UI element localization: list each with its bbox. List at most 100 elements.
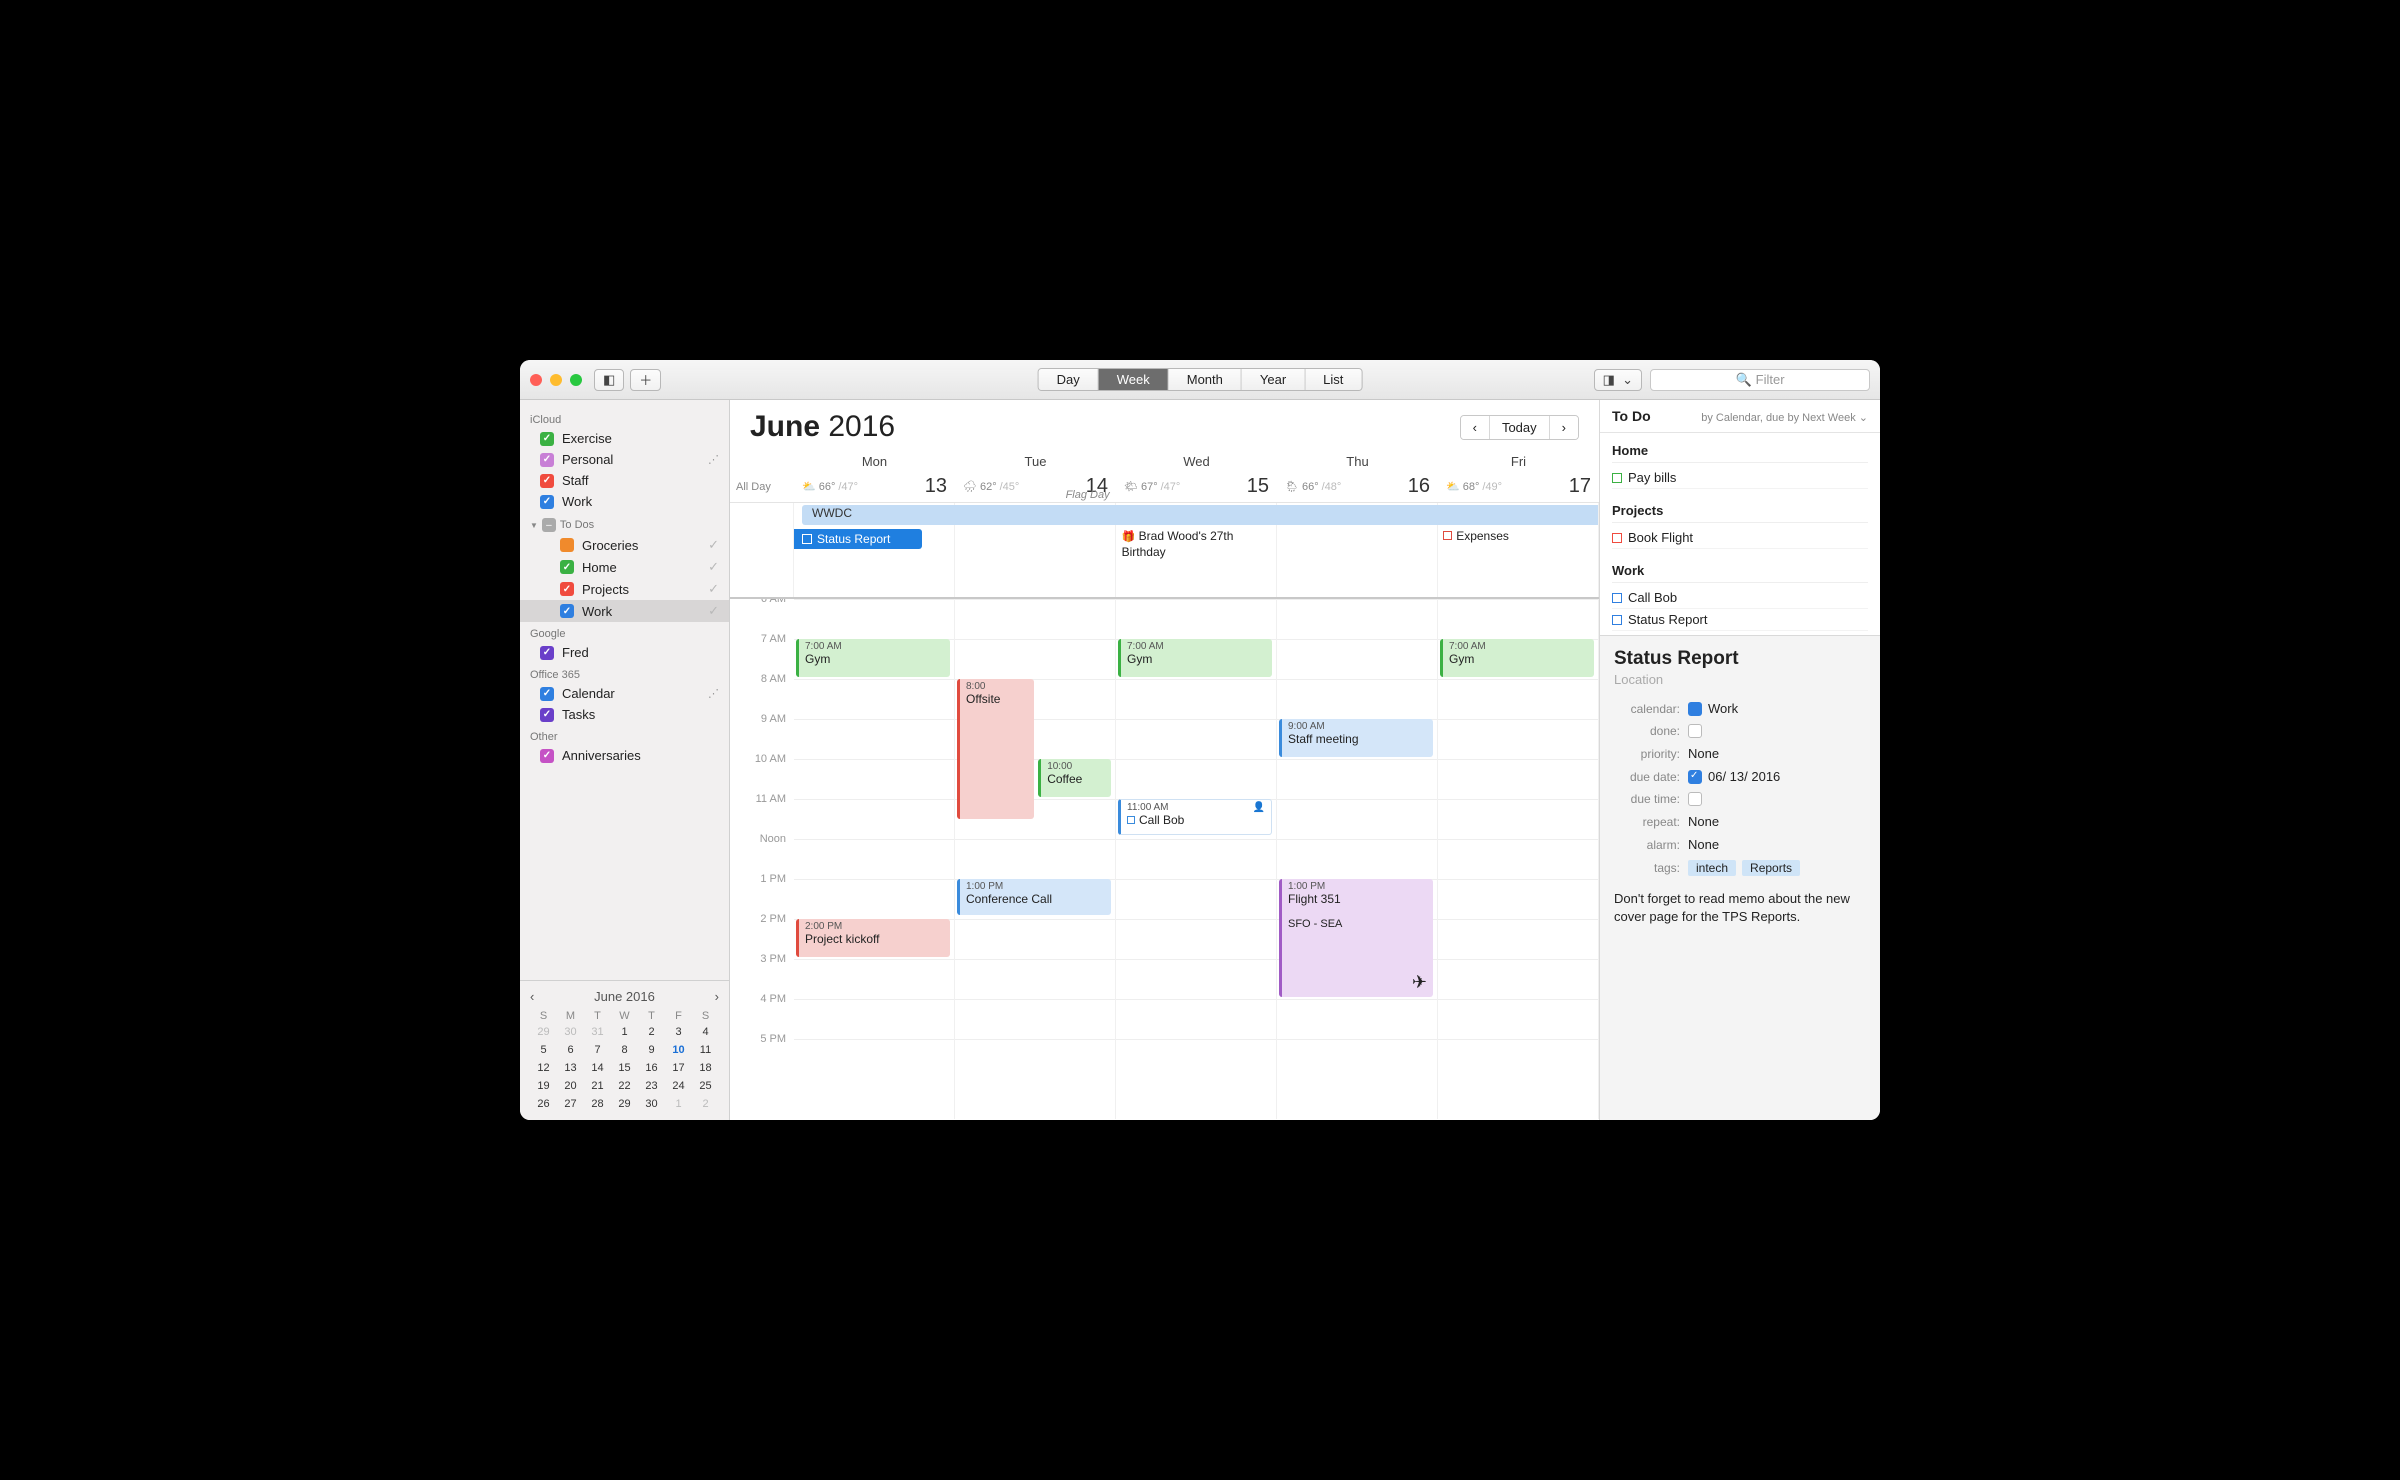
sidebar-item-projects[interactable]: Projects✓ bbox=[520, 578, 729, 600]
detail-alarm[interactable]: None bbox=[1688, 837, 1719, 852]
view-list[interactable]: List bbox=[1305, 369, 1361, 390]
detail-calendar[interactable]: Work bbox=[1708, 701, 1738, 716]
calendar-checkbox[interactable] bbox=[540, 432, 554, 446]
sidebar-item-groceries[interactable]: Groceries✓ bbox=[520, 534, 729, 556]
sidebar-item-work[interactable]: Work bbox=[520, 491, 729, 512]
mini-day[interactable]: 2 bbox=[638, 1024, 665, 1040]
sidebar-item-exercise[interactable]: Exercise bbox=[520, 428, 729, 449]
mini-day[interactable]: 9 bbox=[638, 1042, 665, 1058]
todo-checkbox[interactable] bbox=[1612, 615, 1622, 625]
day-column[interactable]: 8:00Offsite10:00Coffee 1:00 PMConference … bbox=[955, 599, 1116, 1119]
detail-note[interactable]: Don't forget to read memo about the new … bbox=[1614, 890, 1866, 926]
next-week[interactable]: › bbox=[1550, 416, 1578, 439]
mini-day[interactable]: 4 bbox=[692, 1024, 719, 1040]
event-offsite[interactable]: 8:00Offsite bbox=[957, 679, 1034, 819]
sidebar-item-fred[interactable]: Fred bbox=[520, 642, 729, 663]
view-month[interactable]: Month bbox=[1169, 369, 1242, 390]
mini-day[interactable]: 12 bbox=[530, 1060, 557, 1076]
view-year[interactable]: Year bbox=[1242, 369, 1305, 390]
mini-day[interactable]: 1 bbox=[611, 1024, 638, 1040]
mini-day[interactable]: 16 bbox=[638, 1060, 665, 1076]
todo-item[interactable]: Book Flight bbox=[1612, 527, 1868, 549]
sidebar-item-staff[interactable]: Staff bbox=[520, 470, 729, 491]
due-date-checkbox[interactable] bbox=[1688, 770, 1702, 784]
calendar-checkbox[interactable] bbox=[540, 687, 554, 701]
event-gym[interactable]: 7:00 AMGym bbox=[796, 639, 950, 677]
todo-checkbox[interactable] bbox=[1612, 593, 1622, 603]
allday-event-wwdc[interactable]: WWDC bbox=[802, 505, 1598, 525]
mini-day[interactable]: 31 bbox=[584, 1024, 611, 1040]
mini-day[interactable]: 27 bbox=[557, 1096, 584, 1112]
zoom-icon[interactable] bbox=[570, 374, 582, 386]
event-conference-call[interactable]: 1:00 PMConference Call bbox=[957, 879, 1111, 915]
todo-checkbox[interactable] bbox=[1612, 473, 1622, 483]
mini-day[interactable]: 18 bbox=[692, 1060, 719, 1076]
mini-day[interactable]: 5 bbox=[530, 1042, 557, 1058]
sidebar-item-anniversaries[interactable]: Anniversaries bbox=[520, 745, 729, 766]
todo-item[interactable]: Pay bills bbox=[1612, 467, 1868, 489]
detail-repeat[interactable]: None bbox=[1688, 814, 1719, 829]
tag[interactable]: Reports bbox=[1742, 860, 1800, 876]
mini-day[interactable]: 8 bbox=[611, 1042, 638, 1058]
calendar-checkbox[interactable] bbox=[560, 560, 574, 574]
sidebar-item-calendar[interactable]: Calendar⋰ bbox=[520, 683, 729, 704]
day-column[interactable]: 7:00 AMGym 2:00 PMProject kickoff bbox=[794, 599, 955, 1119]
mini-day[interactable]: 29 bbox=[611, 1096, 638, 1112]
sidebar-group-to-dos[interactable]: ▼ – To Dos bbox=[520, 512, 729, 534]
sidebar-group-google[interactable]: Google bbox=[520, 622, 729, 642]
mini-day[interactable]: 21 bbox=[584, 1078, 611, 1094]
event-project-kickoff[interactable]: 2:00 PMProject kickoff bbox=[796, 919, 950, 957]
calendar-checkbox[interactable] bbox=[560, 538, 574, 552]
mini-next[interactable]: › bbox=[715, 989, 719, 1004]
calendar-checkbox[interactable] bbox=[560, 604, 574, 618]
sidebar-toggle-button[interactable]: ◧ bbox=[594, 369, 624, 391]
sidebar-item-home[interactable]: Home✓ bbox=[520, 556, 729, 578]
event-call-bob[interactable]: 11:00 AM 👤Call Bob bbox=[1118, 799, 1272, 835]
mini-day[interactable]: 22 bbox=[611, 1078, 638, 1094]
mini-day[interactable]: 13 bbox=[557, 1060, 584, 1076]
mini-day[interactable]: 24 bbox=[665, 1078, 692, 1094]
panel-subtitle[interactable]: by Calendar, due by Next Week ⌄ bbox=[1701, 411, 1868, 424]
todo-checkbox[interactable] bbox=[1612, 533, 1622, 543]
close-icon[interactable] bbox=[530, 374, 542, 386]
mini-day[interactable]: 3 bbox=[665, 1024, 692, 1040]
calendar-checkbox[interactable] bbox=[540, 646, 554, 660]
calendar-checkbox[interactable] bbox=[540, 708, 554, 722]
calendar-checkbox[interactable] bbox=[560, 582, 574, 596]
calendar-checkbox[interactable] bbox=[540, 474, 554, 488]
day-column[interactable]: 7:00 AMGym11:00 AM 👤Call Bob bbox=[1116, 599, 1277, 1119]
calendar-checkbox[interactable] bbox=[540, 453, 554, 467]
allday-event-expenses[interactable]: Expenses bbox=[1443, 529, 1509, 545]
add-button[interactable]: ＋ bbox=[630, 369, 661, 391]
sidebar-item-tasks[interactable]: Tasks bbox=[520, 704, 729, 725]
panel-toggle-button[interactable]: ◨ ⌄ bbox=[1594, 369, 1642, 391]
event-gym[interactable]: 7:00 AMGym bbox=[1440, 639, 1594, 677]
event-staff-meeting[interactable]: 9:00 AMStaff meeting bbox=[1279, 719, 1433, 757]
sidebar-item-work[interactable]: Work✓ bbox=[520, 600, 729, 622]
allday-event-birthday[interactable]: 🎁 Brad Wood's 27th Birthday bbox=[1122, 529, 1267, 560]
mini-day[interactable]: 7 bbox=[584, 1042, 611, 1058]
allday-event-status[interactable]: Status Report bbox=[794, 529, 922, 549]
calendar-checkbox[interactable] bbox=[540, 495, 554, 509]
filter-field[interactable]: 🔍 Filter bbox=[1650, 369, 1870, 391]
sidebar-group-icloud[interactable]: iCloud bbox=[520, 408, 729, 428]
mini-day[interactable]: 11 bbox=[692, 1042, 719, 1058]
mini-day[interactable]: 14 bbox=[584, 1060, 611, 1076]
due-time-checkbox[interactable] bbox=[1688, 792, 1702, 806]
calendar-checkbox[interactable] bbox=[540, 749, 554, 763]
today-button[interactable]: Today bbox=[1490, 416, 1550, 439]
mini-day[interactable]: 17 bbox=[665, 1060, 692, 1076]
detail-due-date[interactable]: 06/ 13/ 2016 bbox=[1708, 769, 1780, 784]
mini-day[interactable]: 28 bbox=[584, 1096, 611, 1112]
done-checkbox[interactable] bbox=[1688, 724, 1702, 738]
event-coffee[interactable]: 10:00Coffee bbox=[1038, 759, 1111, 797]
mini-day[interactable]: 23 bbox=[638, 1078, 665, 1094]
detail-priority[interactable]: None bbox=[1688, 746, 1719, 761]
mini-day[interactable]: 30 bbox=[638, 1096, 665, 1112]
todo-item[interactable]: Status Report bbox=[1612, 609, 1868, 631]
mini-day[interactable]: 10 bbox=[665, 1042, 692, 1058]
event-flight[interactable]: 1:00 PMFlight 351SFO - SEA✈︎ bbox=[1279, 879, 1433, 997]
mini-day[interactable]: 30 bbox=[557, 1024, 584, 1040]
detail-location[interactable]: Location bbox=[1614, 672, 1866, 687]
sidebar-item-personal[interactable]: Personal⋰ bbox=[520, 449, 729, 470]
